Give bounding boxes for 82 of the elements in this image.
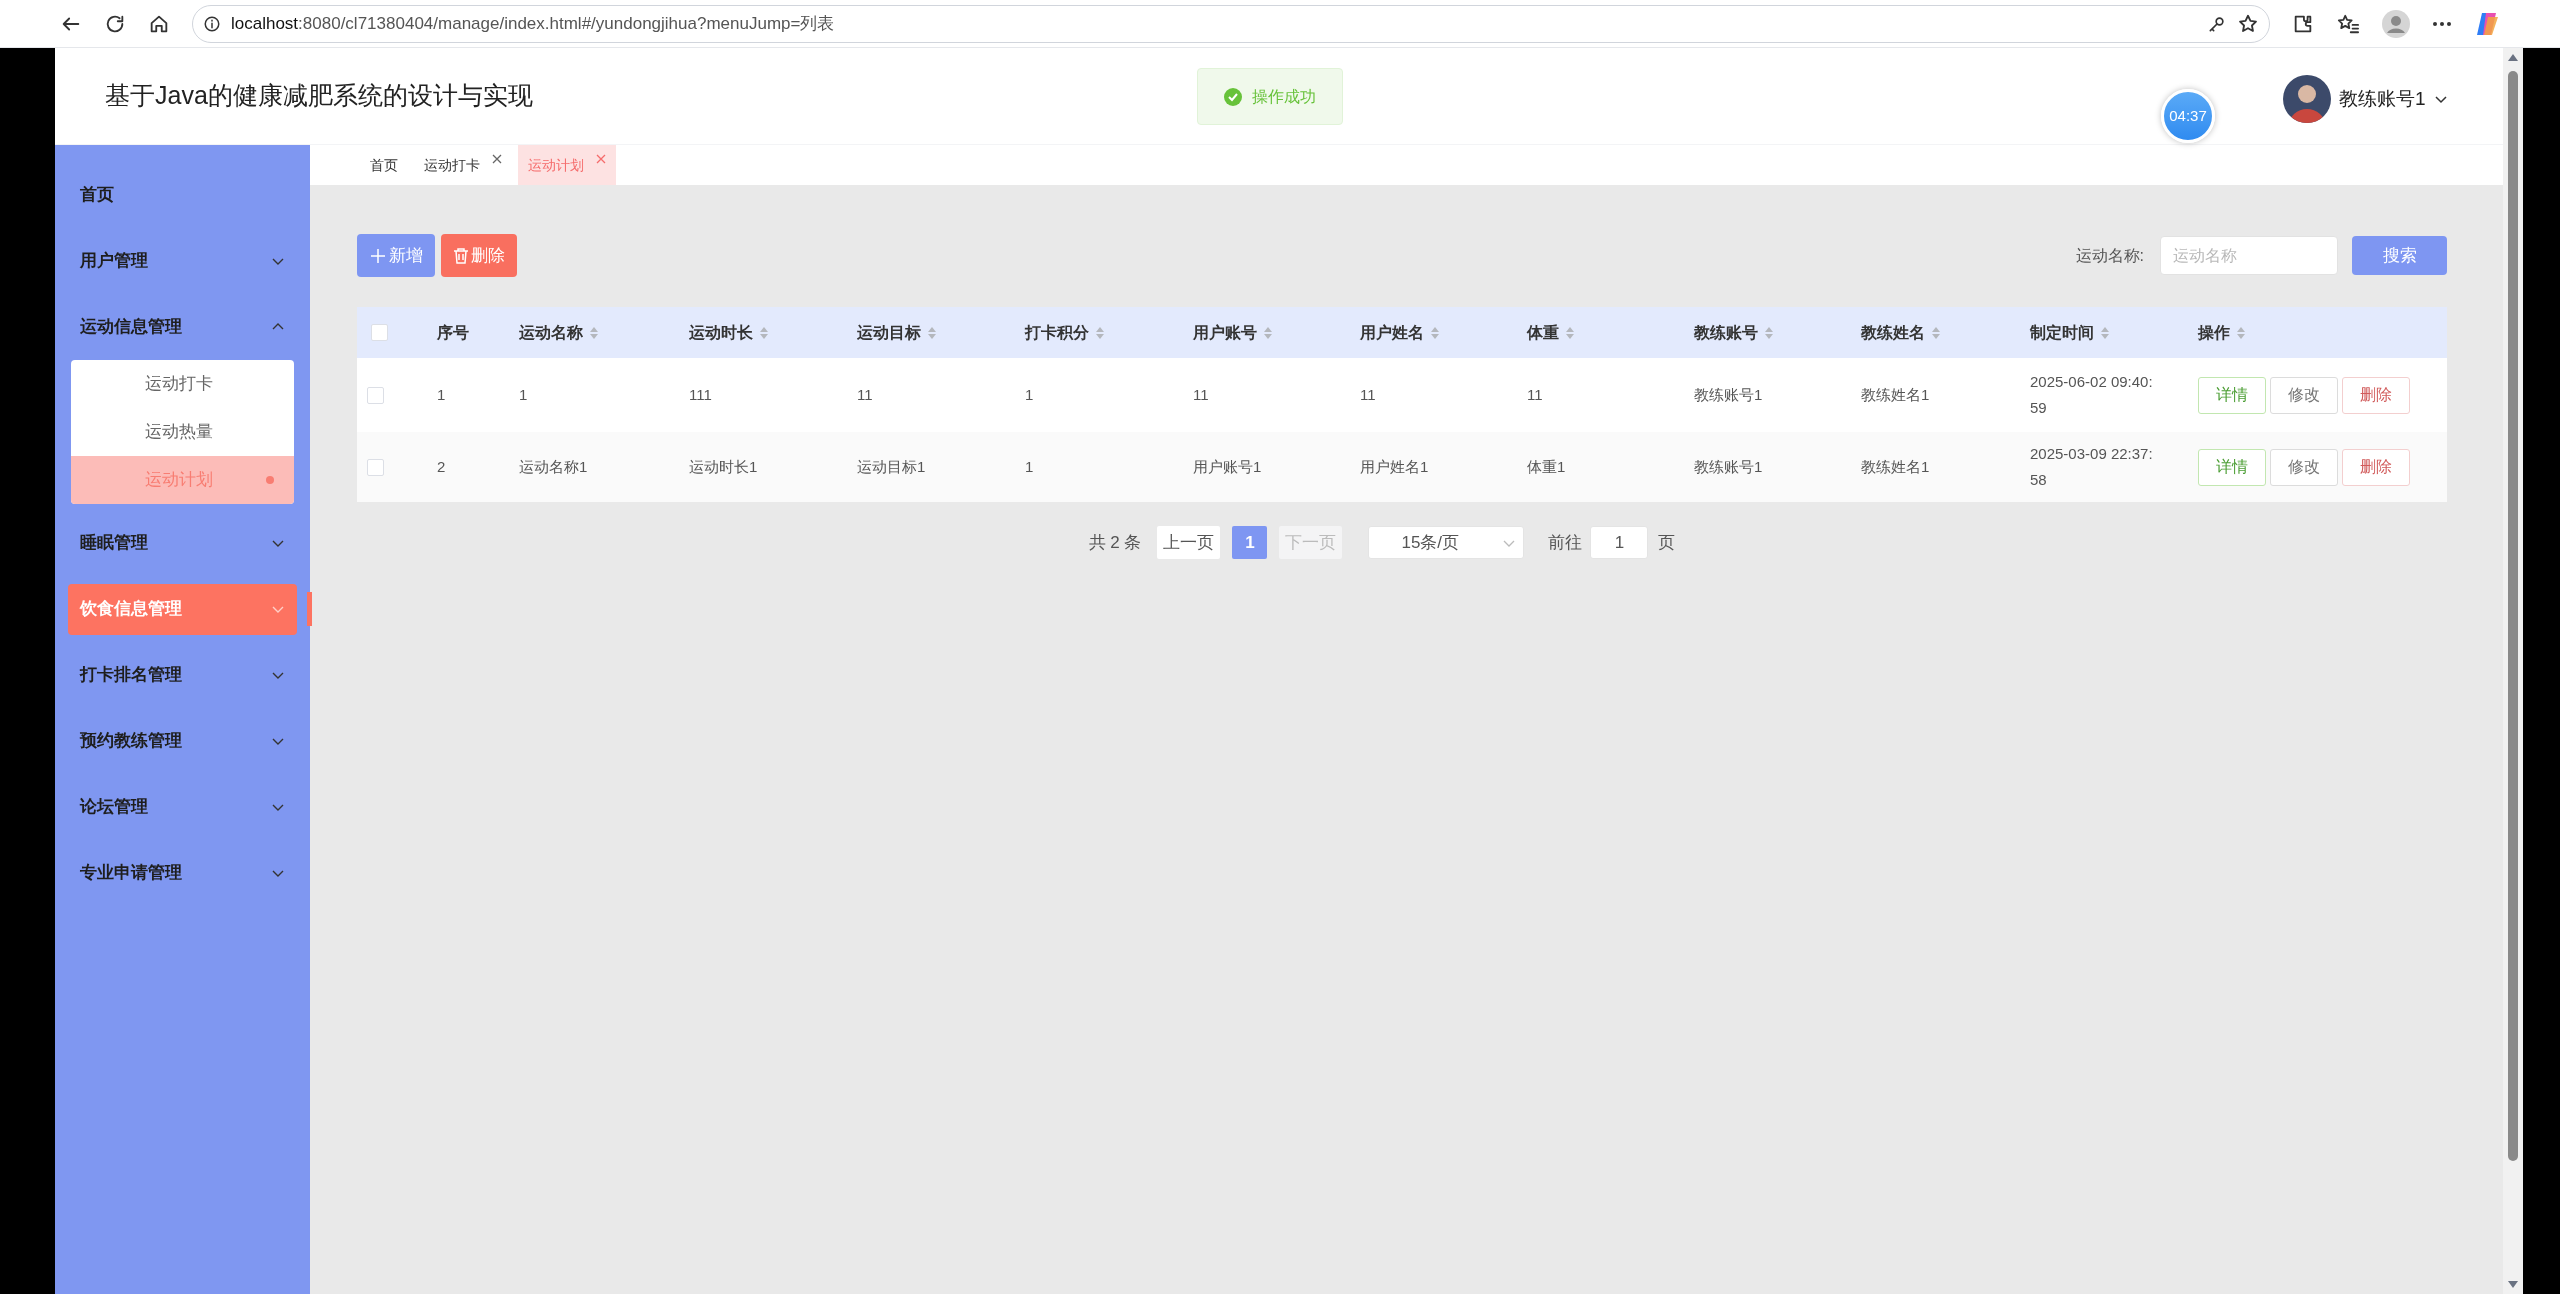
search-field[interactable]: 运动名称 [2160, 236, 2338, 275]
table-cell: 11 [1527, 386, 1543, 403]
checkbox[interactable] [371, 324, 388, 341]
delete-button[interactable]: 删除 [2342, 448, 2410, 486]
info-icon[interactable] [203, 14, 221, 33]
column-header[interactable]: 序号 [437, 320, 469, 345]
column-header[interactable]: 运动目标 [857, 320, 921, 345]
page-suffix: 页 [1658, 531, 1676, 554]
sidebar-menu-item[interactable]: 预约教练管理 [68, 715, 297, 767]
submenu-item[interactable]: 运动热量 [71, 408, 294, 456]
goto-label: 前往 [1548, 531, 1583, 554]
more-icon[interactable] [2432, 20, 2452, 27]
sidebar-menu-item[interactable]: 首页 [68, 169, 297, 221]
submenu-item[interactable]: 运动打卡 [71, 360, 294, 408]
table-cell-text: 2025-03-09 22:37:58 [2030, 444, 2154, 490]
sidebar-menu-item[interactable]: 专业申请管理 [68, 847, 297, 899]
sidebar-menu-item[interactable]: 论坛管理 [68, 781, 297, 833]
table-cell: 体重1 [1527, 458, 1566, 475]
checkbox[interactable] [367, 458, 384, 476]
table-cell: 用户账号1 [1193, 458, 1262, 475]
column-header[interactable]: 教练姓名 [1861, 320, 1925, 345]
column-header[interactable]: 制定时间 [2030, 320, 2094, 345]
table-cell: 运动名称1 [519, 458, 588, 475]
table-cell: 运动目标1 [857, 458, 926, 475]
app-title: 基于Java的健康减肥系统的设计与实现 [104, 80, 533, 112]
table-cell: 教练姓名1 [1861, 386, 1930, 403]
table-cell: 用户姓名1 [1360, 458, 1429, 475]
column-header[interactable]: 用户姓名 [1360, 320, 1424, 345]
tab[interactable]: 运动打卡 [414, 145, 512, 185]
column-header[interactable]: 运动名称 [519, 320, 583, 345]
timer-badge: 04:37 [2161, 89, 2215, 143]
close-icon[interactable] [596, 154, 606, 164]
sidebar-menu-item[interactable]: 打卡排名管理 [68, 649, 297, 701]
close-icon[interactable] [492, 154, 502, 164]
table-cell: 运动时长1 [689, 458, 758, 475]
tab[interactable]: 首页 [360, 145, 408, 185]
sidebar-menu-item[interactable]: 用户管理 [68, 235, 297, 287]
table-cell: 1 [519, 386, 528, 403]
edit-button[interactable]: 修改 [2270, 376, 2338, 414]
user-name[interactable]: 教练账号1 [2339, 84, 2426, 114]
detail-button[interactable]: 详情 [2198, 376, 2266, 414]
scrollbar-thumb[interactable] [2508, 71, 2518, 1161]
edit-button[interactable]: 修改 [2270, 448, 2338, 486]
trash-icon [453, 246, 469, 265]
profile-icon[interactable] [2382, 9, 2410, 38]
url-text: localhost:8080/cl71380404/manage/index.html#/yundongjihua?menuJump=列表 [231, 12, 836, 35]
sidebar-menu-item[interactable]: 睡眠管理 [68, 517, 297, 569]
delete-button[interactable]: 删除 [2342, 376, 2410, 414]
avatar-icon[interactable] [2283, 75, 2331, 123]
column-header[interactable]: 操作 [2198, 320, 2230, 345]
prev-page-button[interactable]: 上一页 [1157, 526, 1221, 559]
toast-message: 操作成功 [1252, 86, 1316, 107]
star-icon[interactable] [2237, 12, 2259, 35]
table-cell: 教练账号1 [1694, 458, 1763, 475]
table-cell: 1 [1025, 386, 1034, 403]
table-cell: 11 [857, 386, 873, 403]
column-header[interactable]: 运动时长 [689, 320, 753, 345]
page-size-select[interactable]: 15条/页 [1368, 526, 1525, 559]
table-cell: 教练姓名1 [1861, 458, 1930, 475]
column-header[interactable]: 用户账号 [1193, 320, 1257, 345]
column-header[interactable]: 打卡积分 [1025, 320, 1089, 345]
success-icon [1224, 87, 1242, 106]
column-header[interactable]: 体重 [1527, 320, 1559, 345]
table-cell: 1 [437, 386, 446, 403]
column-header[interactable]: 教练账号 [1694, 320, 1758, 345]
table-cell: 1 [1025, 458, 1034, 475]
total-count: 共 2 条 [1088, 531, 1142, 554]
hover-indicator [307, 592, 312, 626]
plus-icon [369, 246, 387, 265]
table-cell: 11 [1193, 386, 1209, 403]
checkbox[interactable] [367, 386, 384, 404]
sidebar-menu-item[interactable]: 运动信息管理 [68, 301, 297, 353]
table-cell-text: 2025-06-02 09:40:59 [2030, 372, 2154, 418]
table-cell: 2 [437, 458, 446, 475]
page-number-field[interactable]: 1 [1590, 526, 1649, 559]
table-cell: 11 [1360, 386, 1376, 403]
search-label: 运动名称: [2075, 245, 2144, 266]
table-cell: 教练账号1 [1694, 386, 1763, 403]
table-cell: 111 [689, 386, 712, 403]
detail-button[interactable]: 详情 [2198, 448, 2266, 486]
favorites-icon[interactable] [2336, 12, 2360, 35]
copilot-icon[interactable] [2474, 10, 2500, 37]
